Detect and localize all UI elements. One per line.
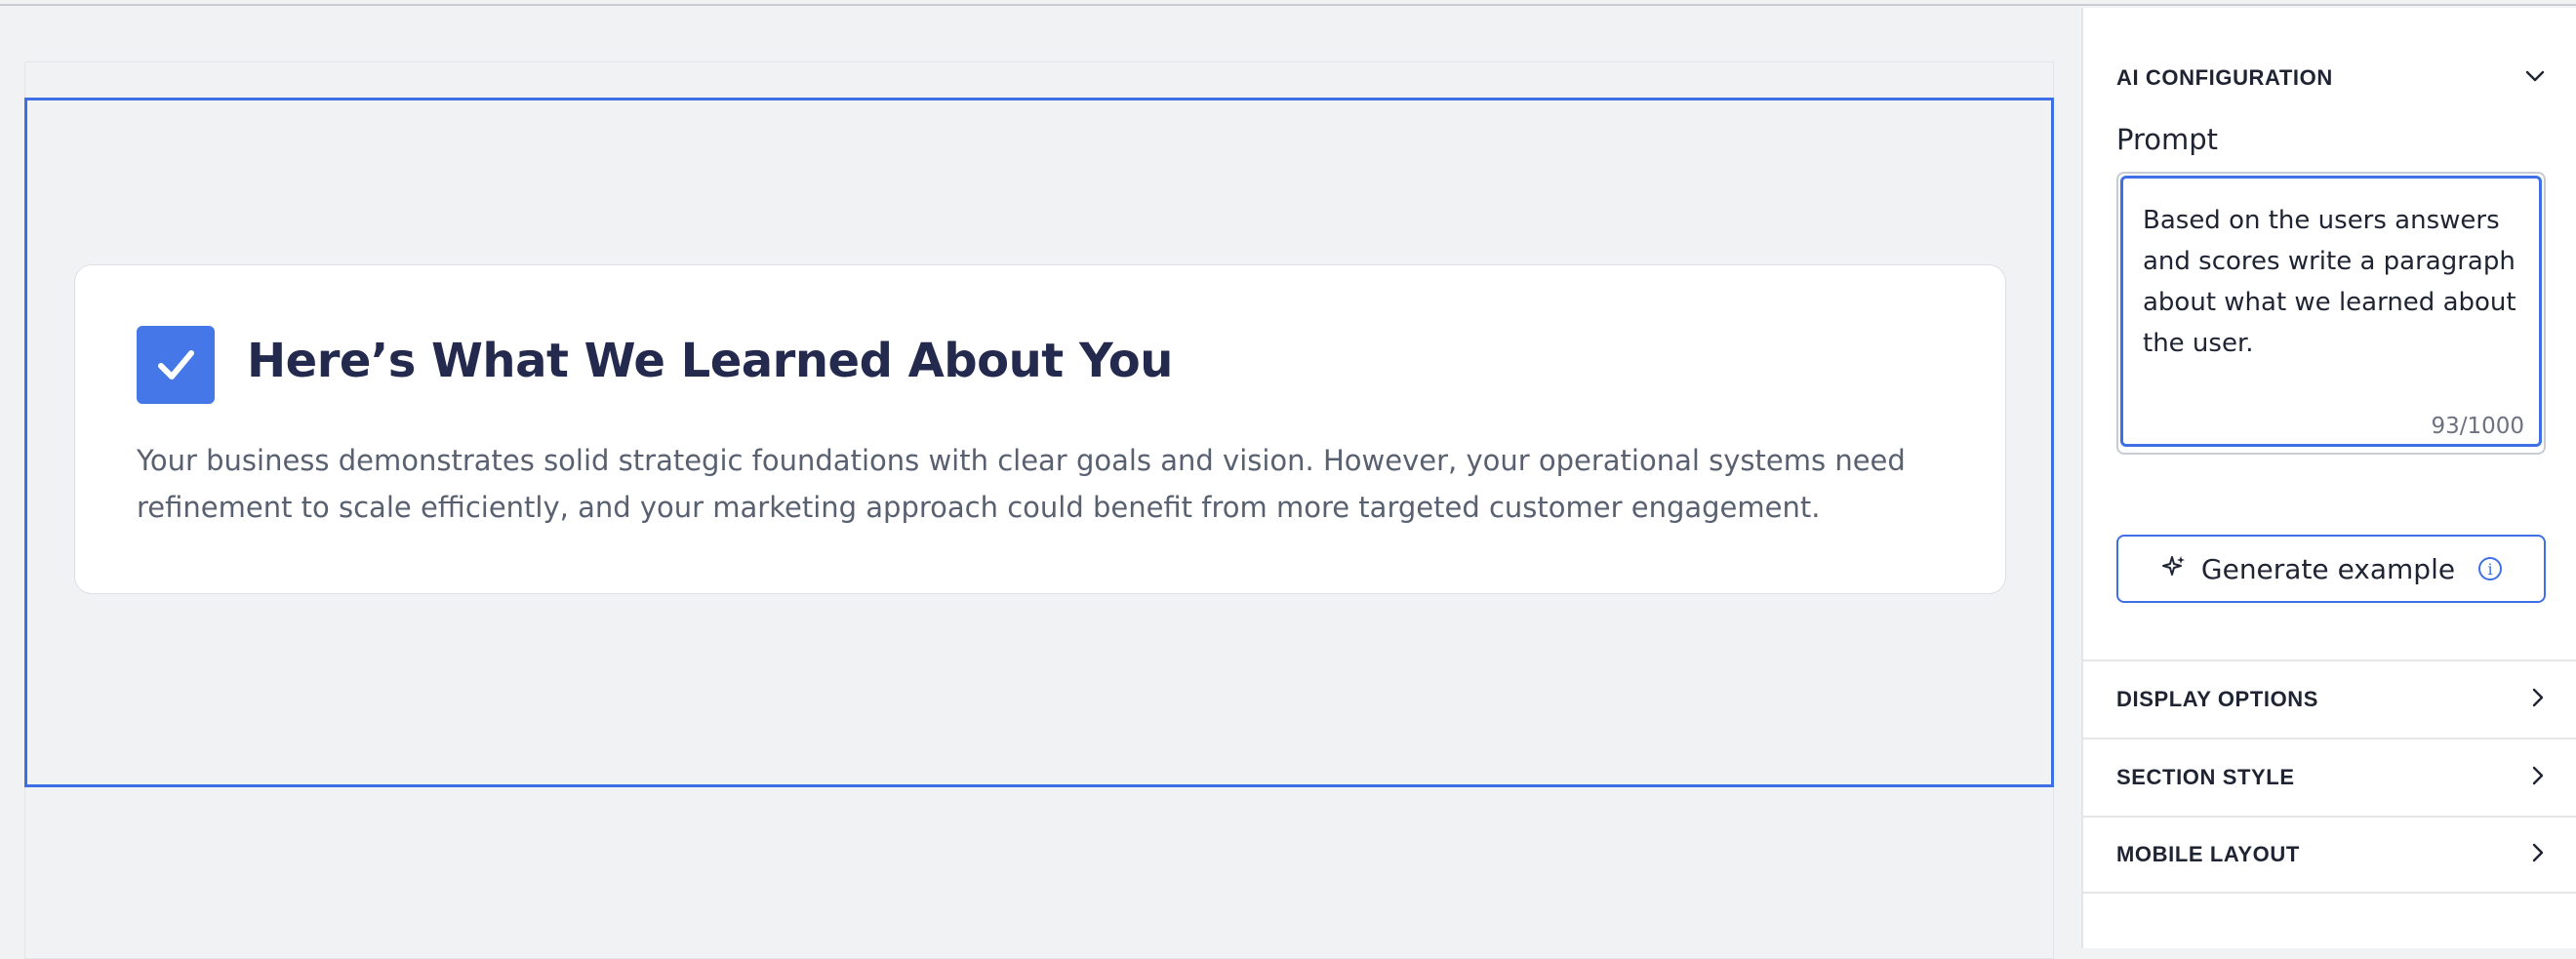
- chevron-right-icon: [2527, 765, 2549, 791]
- character-count: 93/1000: [2431, 414, 2524, 439]
- section-style-label: SECTION STYLE: [2116, 765, 2295, 789]
- sparkle-icon: [2160, 553, 2188, 585]
- checkmark-icon: [137, 326, 215, 404]
- top-border: [0, 0, 2576, 6]
- info-icon[interactable]: i: [2478, 557, 2503, 580]
- settings-panel: AI CONFIGURATION Prompt Based on the use…: [2081, 8, 2576, 948]
- prompt-textarea[interactable]: Based on the users answers and scores wr…: [2120, 176, 2542, 447]
- display-options-label: DISPLAY OPTIONS: [2116, 687, 2319, 711]
- mobile-layout-row[interactable]: MOBILE LAYOUT: [2083, 816, 2576, 894]
- ai-configuration-header[interactable]: AI CONFIGURATION: [2116, 60, 2546, 96]
- chevron-down-icon[interactable]: [2524, 65, 2546, 92]
- prompt-field: Based on the users answers and scores wr…: [2116, 172, 2546, 455]
- ai-configuration-label: AI CONFIGURATION: [2116, 65, 2333, 90]
- section-style-row[interactable]: SECTION STYLE: [2083, 738, 2576, 816]
- card-title: Here’s What We Learned About You: [247, 334, 1173, 388]
- result-card: Here’s What We Learned About You Your bu…: [74, 264, 2006, 594]
- card-body-text: Your business demonstrates solid strateg…: [137, 444, 1906, 524]
- editor-canvas: Here’s What We Learned About You Your bu…: [0, 8, 2081, 959]
- generate-example-button[interactable]: Generate example i: [2116, 535, 2546, 603]
- selected-section[interactable]: Here’s What We Learned About You Your bu…: [24, 98, 2054, 787]
- chevron-right-icon: [2527, 842, 2549, 868]
- generate-example-label: Generate example: [2200, 552, 2456, 585]
- chevron-right-icon: [2527, 687, 2549, 713]
- mobile-layout-label: MOBILE LAYOUT: [2116, 842, 2300, 866]
- display-options-row[interactable]: DISPLAY OPTIONS: [2083, 659, 2576, 738]
- prompt-label: Prompt: [2116, 123, 2219, 156]
